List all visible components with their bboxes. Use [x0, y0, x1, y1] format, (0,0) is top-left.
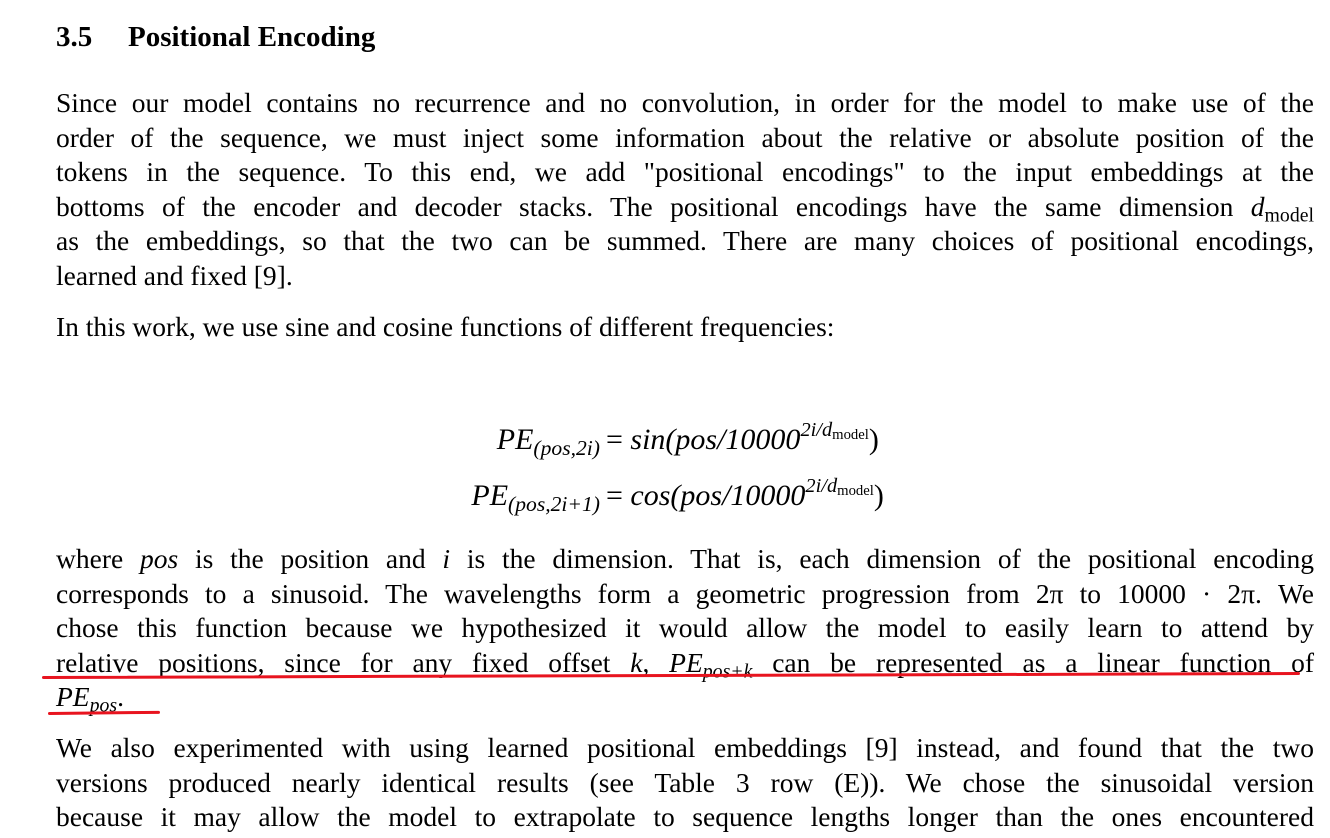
math-subscript: pos+k	[702, 660, 753, 683]
math-subscript: (pos,2i+1)	[508, 492, 600, 517]
paragraph-line: corresponds to a sinusoid. The wavelengt…	[56, 577, 1314, 612]
math-pos: pos	[139, 543, 179, 574]
equation-block: PE(pos,2i) = sin(pos/100002i/dmodel) PE(…	[0, 412, 1330, 524]
math-exponent-sub: model	[832, 427, 869, 444]
equation-sin: PE(pos,2i) = sin(pos/100002i/dmodel)	[0, 412, 1330, 468]
math-exponent-main: 2i/d	[805, 475, 838, 498]
math-i: i	[442, 543, 451, 574]
math-exponent: 2i/dmodel	[800, 419, 869, 444]
math-subscript-model: model	[1264, 204, 1314, 227]
text-run: is the position and	[178, 543, 443, 574]
section-number: 3.5	[56, 21, 93, 53]
math-paren: )	[873, 479, 884, 512]
text-run: where	[56, 543, 140, 574]
paragraph-line: as the embeddings, so that the two can b…	[56, 225, 1314, 257]
equation-cos: PE(pos,2i+1) = cos(pos/100002i/dmodel)	[0, 468, 1330, 524]
paragraph-functions: In this work, we use sine and cosine fun…	[56, 310, 1314, 345]
math-2pi: 2π	[1035, 577, 1064, 609]
paragraph-line: bottoms of the encoder and decoder stack…	[56, 190, 1314, 225]
paragraph-explanation: where pos is the position and i is the d…	[56, 542, 1314, 716]
math-pe: PE	[56, 681, 90, 713]
text-run: .	[117, 681, 124, 713]
math-equals: =	[606, 423, 623, 456]
paragraph-line: where pos is the position and i is the d…	[56, 542, 1314, 577]
paragraph-line: because it may allow the model to extrap…	[56, 801, 1314, 833]
paragraph-line: We also experimented with using learned …	[56, 732, 1314, 763]
text-run: relative positions, since for any fixed …	[56, 646, 631, 678]
math-paren: )	[868, 423, 879, 456]
equation-rhs: = sin(pos/100002i/dmodel)	[606, 412, 879, 468]
text-run: corresponds to a sinusoid. The wavelengt…	[56, 577, 1036, 609]
equation-rhs: = cos(pos/100002i/dmodel)	[606, 468, 884, 524]
text-run: to	[1063, 577, 1118, 609]
text-run: bottoms of the encoder and decoder stack…	[56, 190, 1251, 222]
paragraph-line: versions produced nearly identical resul…	[56, 766, 1314, 798]
paragraph-line: chose this function because we hypothesi…	[56, 612, 1314, 644]
math-10000-2pi: 10000 · 2π	[1117, 577, 1256, 609]
math-function: cos(pos/10000	[630, 479, 806, 512]
paragraph-line: order of the sequence, we must inject so…	[56, 121, 1314, 153]
math-equals: =	[606, 479, 623, 512]
paragraph-learned: We also experimented with using learned …	[56, 731, 1314, 835]
text-run: is the dimension. That is, each dimensio…	[450, 543, 1314, 574]
paragraph-line: tokens in the sequence. To this end, we …	[56, 156, 1314, 188]
math-exponent: 2i/dmodel	[805, 475, 874, 500]
section-title: Positional Encoding	[128, 21, 376, 53]
math-exponent-main: 2i/d	[800, 419, 833, 442]
equation-lhs: PE(pos,2i+1)	[471, 468, 600, 524]
math-pe: PE	[496, 423, 534, 456]
text-run: . We	[1255, 577, 1315, 609]
paragraph-line-highlighted: PEpos.	[56, 680, 1314, 715]
paragraph-intro: Since our model contains no recurrence a…	[56, 86, 1314, 294]
math-function: sin(pos/10000	[630, 423, 801, 456]
math-d: d	[1250, 190, 1265, 222]
paragraph-line: In this work, we use sine and cosine fun…	[56, 311, 835, 342]
paragraph-line: Since our model contains no recurrence a…	[56, 87, 1314, 118]
equation-lhs: PE(pos,2i)	[497, 412, 600, 468]
math-pe: PE	[471, 479, 509, 512]
paper-page: 3.5 Positional Encoding Since our model c…	[0, 0, 1330, 838]
paragraph-line: learned and fixed [9].	[56, 259, 293, 291]
math-exponent-sub: model	[837, 483, 874, 500]
section-heading: 3.5 Positional Encoding	[56, 19, 375, 55]
math-subscript: (pos,2i)	[533, 436, 600, 461]
